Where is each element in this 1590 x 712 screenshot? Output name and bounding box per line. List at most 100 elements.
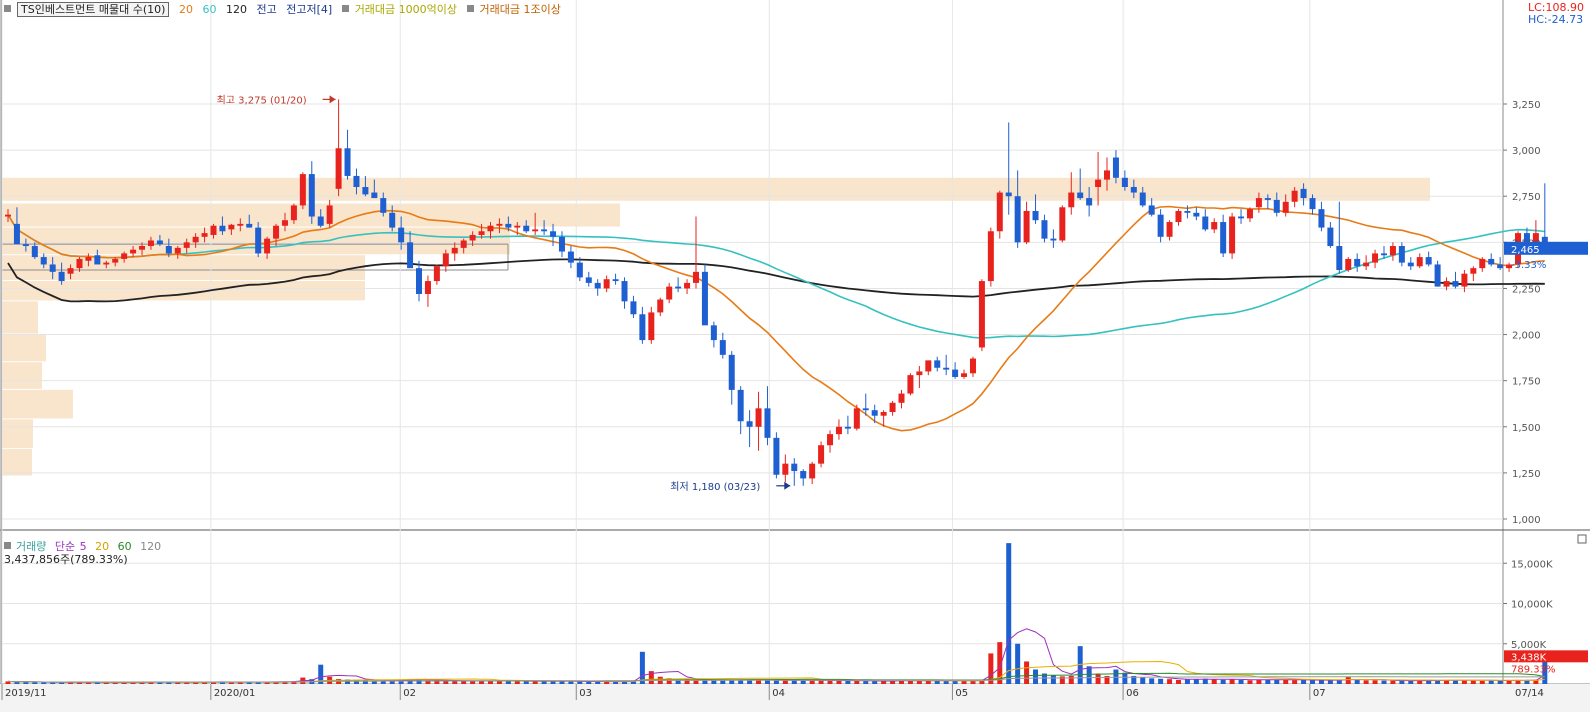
candle-body	[1309, 198, 1316, 210]
price-change-label: -3.33%	[1511, 260, 1546, 271]
candle-body	[273, 225, 280, 239]
chart-title[interactable]: TS인베스트먼트 매물대 수(10)	[17, 2, 170, 17]
candle-body	[58, 271, 65, 282]
volume-1jo-label[interactable]: 거래대금 1조이상	[480, 3, 561, 16]
lc-hc-readout: LC:108.90 HC:-24.73	[1528, 2, 1584, 26]
jeongojeo-label[interactable]: 전고저[4]	[286, 3, 332, 16]
candle-body	[952, 369, 959, 377]
volume-tick-label: 5,000K	[1511, 640, 1547, 651]
date-tick-label: 06	[1126, 688, 1139, 699]
candle-body	[469, 234, 476, 241]
volume-ma20[interactable]: 20	[95, 540, 109, 553]
date-tick-label: 07/14	[1515, 688, 1544, 699]
volume-profile-bar	[2, 362, 42, 389]
candle-body	[1336, 246, 1343, 270]
candle-body	[1452, 281, 1459, 287]
candle-body	[31, 246, 38, 258]
ma60-label[interactable]: 60	[202, 3, 216, 16]
candle-body	[612, 279, 619, 282]
candle-body	[1434, 264, 1441, 287]
volume-ma-type[interactable]: 단순	[55, 540, 75, 553]
candle-body	[978, 281, 985, 348]
candle-body	[916, 371, 923, 376]
volume-bar	[1095, 673, 1101, 684]
volume-bar	[925, 680, 931, 684]
volume-bar	[1167, 679, 1173, 684]
volume-bar	[1247, 680, 1253, 684]
candle-body	[550, 231, 557, 237]
candle-body	[862, 408, 869, 411]
candle-body	[934, 360, 941, 368]
candle-body	[871, 410, 878, 416]
volume-ma60[interactable]: 60	[118, 540, 132, 553]
candle-body	[514, 225, 521, 228]
volume-bar	[782, 680, 788, 684]
volume-profile-bar	[2, 301, 38, 334]
low-annotation: 최저 1,180 (03/23)	[670, 481, 760, 493]
candle-body	[907, 375, 914, 394]
candle-body	[156, 240, 163, 245]
candle-body	[13, 223, 20, 245]
volume-ma5[interactable]: 5	[80, 540, 87, 553]
candle-body	[130, 249, 137, 254]
candle-body	[1282, 201, 1289, 213]
candle-body	[1023, 210, 1030, 243]
candle-body	[898, 393, 905, 403]
volume-profile-bar	[2, 334, 46, 362]
candle-body	[1363, 262, 1370, 267]
volume-bar	[1345, 677, 1351, 684]
volume-bar	[1399, 680, 1405, 684]
candle-body	[335, 148, 342, 189]
candle-body	[290, 205, 297, 221]
volume-bar	[1426, 680, 1432, 684]
date-tick-label: 03	[579, 688, 592, 699]
candle-body	[1416, 257, 1423, 267]
ma20-label[interactable]: 20	[179, 3, 193, 16]
candle-body	[121, 253, 128, 259]
volume-bar	[1461, 680, 1467, 684]
volume-bar	[970, 680, 976, 684]
candle-body	[532, 229, 539, 232]
candle-body	[1059, 207, 1066, 241]
volume-bar	[773, 680, 779, 684]
candle-body	[764, 408, 771, 438]
candle-body	[174, 247, 181, 254]
volume-bar	[1059, 676, 1065, 684]
candle-body	[621, 281, 628, 302]
volume-1000-label[interactable]: 거래대금 1000억이상	[355, 3, 457, 16]
legend-marker-icon	[4, 542, 11, 549]
volume-bar	[809, 680, 815, 684]
candle-body	[1327, 227, 1334, 247]
candle-body	[299, 174, 306, 206]
price-tick-label: 3,000	[1512, 146, 1541, 157]
candle-body	[746, 421, 753, 427]
volume-ma120[interactable]: 120	[140, 540, 161, 553]
candle-body	[1220, 222, 1227, 254]
candle-body	[1229, 216, 1236, 254]
ma120-label[interactable]: 120	[226, 3, 247, 16]
jeongo-label[interactable]: 전고	[256, 3, 276, 16]
pane-resize-icon	[1577, 534, 1587, 544]
chart-canvas[interactable]: 3,2503,0002,7502,5002,2502,0001,7501,500…	[0, 0, 1590, 712]
candle-body	[782, 463, 789, 475]
volume-bar	[568, 681, 574, 684]
candle-body	[1139, 192, 1146, 206]
volume-bar	[1113, 669, 1119, 684]
volume-change-label: 789.33%	[1511, 664, 1556, 675]
candle-body	[201, 233, 208, 237]
candle-body	[692, 271, 699, 283]
date-tick-label: 2019/11	[5, 688, 47, 699]
candle-body	[496, 223, 503, 226]
volume-label[interactable]: 거래량	[16, 540, 46, 553]
candle-body	[1488, 258, 1495, 265]
candle-body	[210, 225, 217, 235]
candle-body	[1095, 179, 1102, 187]
volume-bar	[827, 680, 833, 684]
volume-bar	[1354, 679, 1360, 684]
candle-body	[1068, 192, 1075, 208]
candle-body	[1211, 222, 1218, 230]
candle-body	[237, 223, 244, 226]
candle-body	[755, 408, 762, 427]
volume-bar	[1390, 680, 1396, 684]
volume-bar	[1292, 680, 1298, 684]
